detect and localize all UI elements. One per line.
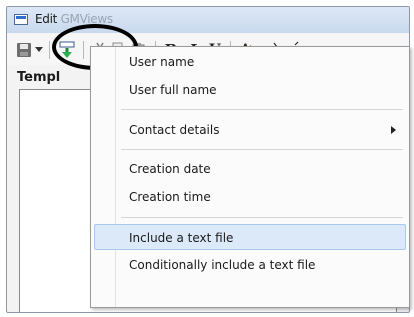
menu-item-creation-date[interactable]: Creation date — [94, 156, 406, 182]
menu-item-label: Creation time — [129, 190, 211, 204]
menu-item-creation-time[interactable]: Creation time — [94, 184, 406, 210]
menu-item-label: Creation date — [129, 162, 211, 176]
window-title-part-1: Edit — [35, 12, 58, 26]
menu-item-label: Conditionally include a text file — [129, 258, 316, 272]
save-icon[interactable] — [15, 40, 33, 60]
menu-item-label: User name — [129, 55, 195, 69]
menu-item-label: Contact details — [129, 123, 220, 137]
submenu-arrow-icon — [391, 126, 396, 134]
menu-separator — [121, 217, 403, 218]
template-tab-label[interactable]: Templ — [17, 70, 60, 85]
menu-item-label: Include a text file — [129, 231, 234, 245]
menu-item-label: User full name — [129, 83, 217, 97]
toolbar-separator — [49, 41, 50, 59]
menu-separator — [121, 149, 403, 150]
menu-separator — [121, 109, 403, 110]
menu-item-user-name[interactable]: User name — [94, 49, 406, 75]
window-app-icon — [14, 14, 28, 25]
menu-item-include-text-file[interactable]: Include a text file — [94, 224, 406, 250]
menu-item-contact-details[interactable]: Contact details — [94, 117, 406, 143]
insert-field-menu: User name User full name Contact details… — [90, 46, 410, 308]
menu-item-user-full-name[interactable]: User full name — [94, 77, 406, 103]
save-dropdown-icon[interactable] — [33, 40, 45, 60]
menu-item-conditionally-include-text-file[interactable]: Conditionally include a text file — [94, 252, 406, 278]
